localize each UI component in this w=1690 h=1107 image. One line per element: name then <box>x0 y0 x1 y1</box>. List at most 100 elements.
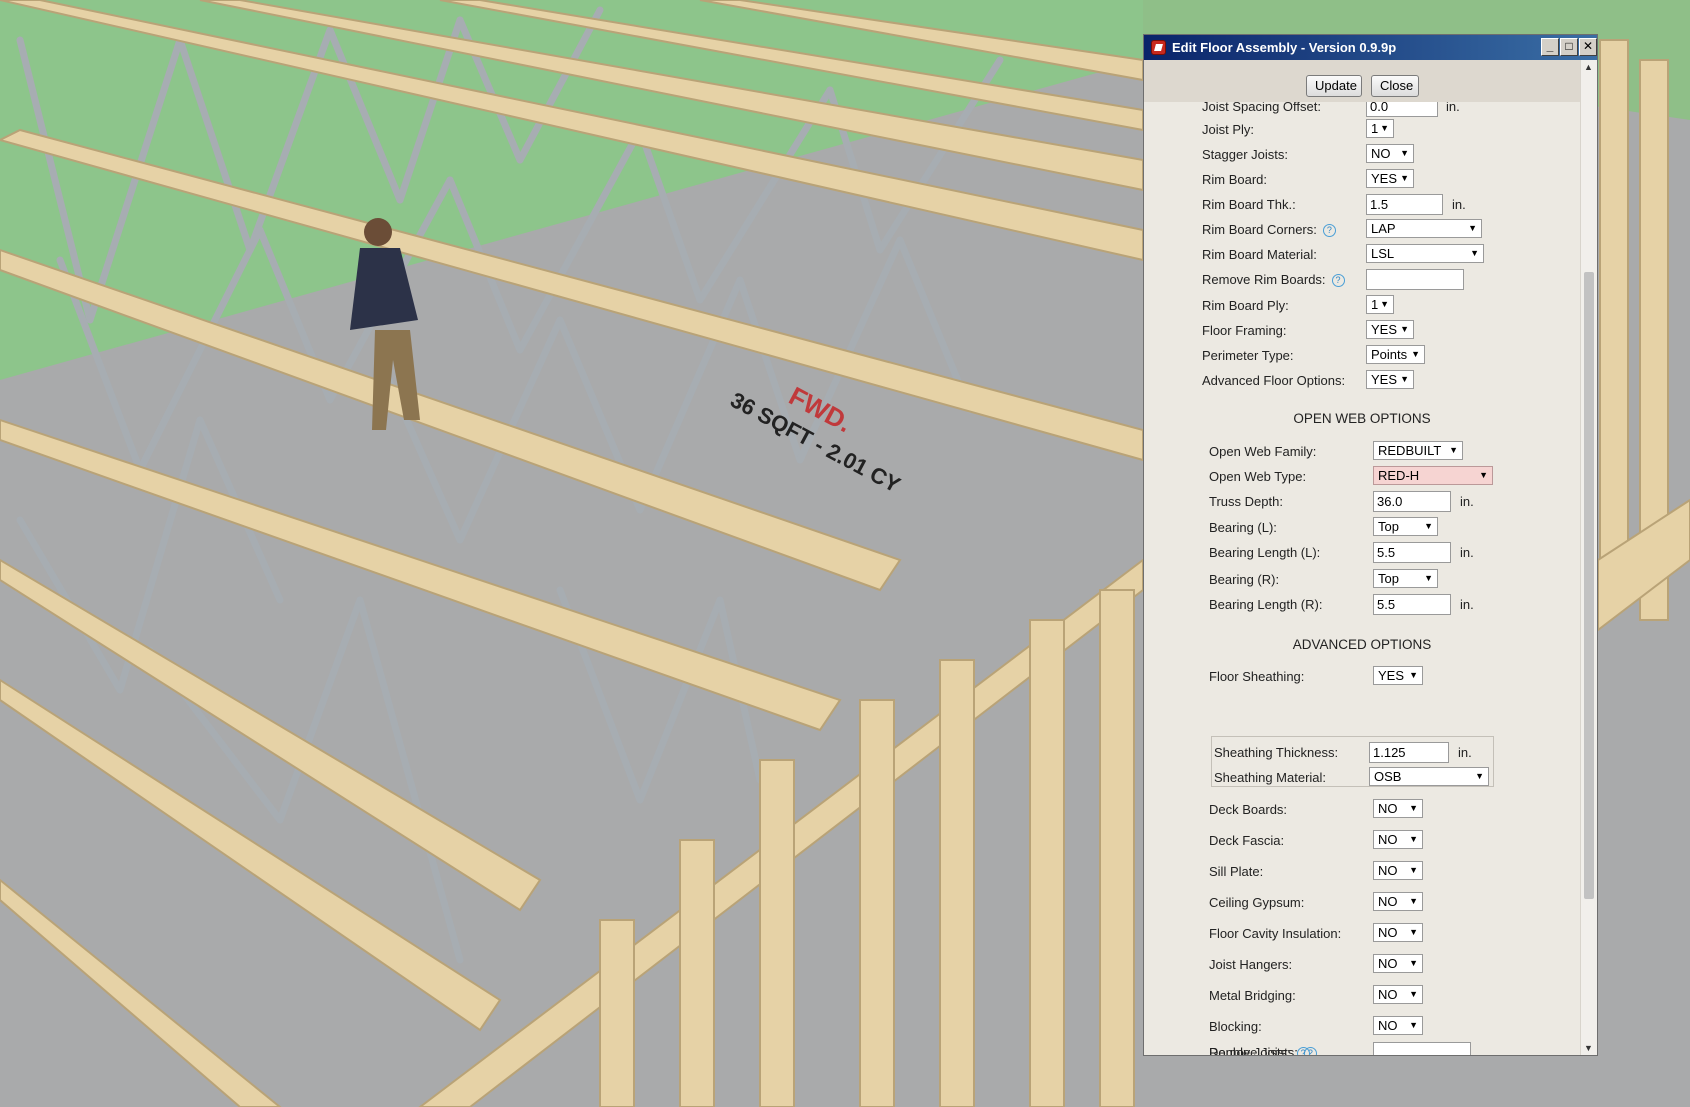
field-label: Metal Bridging: <box>1209 988 1296 1003</box>
scroll-down-icon[interactable]: ▼ <box>1584 1043 1593 1053</box>
deck-fascia-select[interactable]: NO ▼ <box>1373 830 1423 849</box>
dropdown-arrow-icon: ▼ <box>1380 299 1389 309</box>
stagger-joists-select[interactable]: NO ▼ <box>1366 144 1414 163</box>
field-sill-plate: Sill Plate: NO ▼ <box>1209 861 1569 883</box>
select-value: Top <box>1378 519 1399 534</box>
open-web-type-select[interactable]: RED-H ▼ <box>1373 466 1493 485</box>
unit-label: in. <box>1460 597 1474 612</box>
double-joists-input[interactable] <box>1373 1042 1471 1055</box>
select-value: LSL <box>1371 246 1395 261</box>
sheathing-thickness-input[interactable]: 1.125 <box>1369 742 1449 763</box>
deck-boards-select[interactable]: NO ▼ <box>1373 799 1423 818</box>
dropdown-arrow-icon: ▼ <box>1409 1020 1418 1030</box>
field-metal-bridging: Metal Bridging: NO ▼ <box>1209 985 1569 1007</box>
rim-board-material-select[interactable]: LSL ▼ <box>1366 244 1484 263</box>
field-label: Deck Boards: <box>1209 802 1288 817</box>
unit-label: in. <box>1460 494 1474 509</box>
rim-board-corners-select[interactable]: LAP ▼ <box>1366 219 1482 238</box>
open-web-family-select[interactable]: REDBUILT ▼ <box>1373 441 1463 460</box>
scroll-up-icon[interactable]: ▲ <box>1584 62 1593 72</box>
field-label: Deck Fascia: <box>1209 833 1285 848</box>
ceiling-gypsum-select[interactable]: NO ▼ <box>1373 892 1423 911</box>
scrollbar-thumb[interactable] <box>1584 272 1594 899</box>
sill-plate-select[interactable]: NO ▼ <box>1373 861 1423 880</box>
dialog-scrollbar[interactable]: ▲ ▼ <box>1580 60 1597 1055</box>
field-label: Perimeter Type: <box>1202 348 1294 363</box>
rim-board-thk-input[interactable]: 1.5 <box>1366 194 1443 215</box>
joist-ply-select[interactable]: 1 ▼ <box>1366 119 1394 138</box>
dropdown-arrow-icon: ▼ <box>1479 470 1488 480</box>
help-icon[interactable]: ? <box>1331 274 1345 287</box>
field-label: Floor Sheathing: <box>1209 669 1305 684</box>
remove-rim-boards-input[interactable] <box>1366 269 1464 290</box>
field-truss-depth: Truss Depth: 36.0 in. <box>1209 491 1569 513</box>
field-ceiling-gypsum: Ceiling Gypsum: NO ▼ <box>1209 892 1569 914</box>
advanced-floor-options-select[interactable]: YES ▼ <box>1366 370 1414 389</box>
bearing-r-select[interactable]: Top ▼ <box>1373 569 1438 588</box>
bearing-length-l-input[interactable]: 5.5 <box>1373 542 1451 563</box>
select-value: NO <box>1378 832 1398 847</box>
field-label: Bearing (L): <box>1209 520 1277 535</box>
maximize-button[interactable]: □ <box>1560 38 1578 56</box>
edit-floor-assembly-dialog: Edit Floor Assembly - Version 0.9.9p _ □… <box>1143 34 1598 1056</box>
bearing-l-select[interactable]: Top ▼ <box>1373 517 1438 536</box>
field-bearing-l: Bearing (L): Top ▼ <box>1209 517 1569 539</box>
field-label: Rim Board Corners:? <box>1202 222 1336 237</box>
select-value: LAP <box>1371 221 1396 236</box>
dropdown-arrow-icon: ▼ <box>1409 958 1418 968</box>
help-icon[interactable]: ? <box>1322 224 1336 237</box>
floor-cavity-insulation-select[interactable]: NO ▼ <box>1373 923 1423 942</box>
dialog-titlebar[interactable]: Edit Floor Assembly - Version 0.9.9p _ □… <box>1144 35 1597 60</box>
blocking-select[interactable]: NO ▼ <box>1373 1016 1423 1035</box>
select-value: RED-H <box>1378 468 1420 483</box>
field-rim-board-thk: Rim Board Thk.: 1.5 in. <box>1202 194 1562 216</box>
floor-framing-select[interactable]: YES ▼ <box>1366 320 1414 339</box>
rim-board-select[interactable]: YES ▼ <box>1366 169 1414 188</box>
field-perimeter-type: Perimeter Type: Points ▼ <box>1202 345 1562 367</box>
metal-bridging-select[interactable]: NO ▼ <box>1373 985 1423 1004</box>
help-icon[interactable]: ? <box>1296 1047 1310 1055</box>
field-label: Blocking: <box>1209 1019 1262 1034</box>
floor-sheathing-select[interactable]: YES ▼ <box>1373 666 1423 685</box>
dialog-title: Edit Floor Assembly - Version 0.9.9p <box>1172 40 1397 55</box>
select-value: 1 <box>1371 297 1379 312</box>
field-label: Floor Framing: <box>1202 323 1287 338</box>
field-bearing-length-l: Bearing Length (L): 5.5 in. <box>1209 542 1569 564</box>
minimize-button[interactable]: _ <box>1541 38 1559 56</box>
label-text: Double Joists: <box>1209 1045 1291 1056</box>
field-floor-framing: Floor Framing: YES ▼ <box>1202 320 1562 342</box>
field-rim-board-ply: Rim Board Ply: 1 ▼ <box>1202 295 1562 317</box>
select-value: Top <box>1378 571 1399 586</box>
truss-depth-input[interactable]: 36.0 <box>1373 491 1451 512</box>
rim-board-ply-select[interactable]: 1 ▼ <box>1366 295 1394 314</box>
field-label: Double Joists:? <box>1209 1045 1310 1056</box>
field-open-web-family: Open Web Family: REDBUILT ▼ <box>1209 441 1569 463</box>
advanced-options-heading: ADVANCED OPTIONS <box>1292 637 1432 652</box>
joist-hangers-select[interactable]: NO ▼ <box>1373 954 1423 973</box>
field-label: Advanced Floor Options: <box>1202 373 1346 388</box>
field-floor-cavity-insulation: Floor Cavity Insulation: NO ▼ <box>1209 923 1569 945</box>
bearing-length-r-input[interactable]: 5.5 <box>1373 594 1451 615</box>
select-value: NO <box>1378 1018 1398 1033</box>
dropdown-arrow-icon: ▼ <box>1409 834 1418 844</box>
field-label: Truss Depth: <box>1209 494 1283 509</box>
update-button[interactable]: Update <box>1306 75 1362 97</box>
close-button[interactable]: Close <box>1371 75 1419 97</box>
sheathing-material-select[interactable]: OSB ▼ <box>1369 767 1489 786</box>
field-sheathing-thickness: Sheathing Thickness: 1.125 in. <box>1214 742 1564 764</box>
window-close-button[interactable]: ✕ <box>1579 38 1597 56</box>
field-label: Joist Spacing Offset: <box>1202 102 1321 114</box>
field-remove-rim-boards: Remove Rim Boards:? <box>1202 269 1562 291</box>
select-value: NO <box>1378 801 1398 816</box>
select-value: YES <box>1371 322 1398 337</box>
dialog-form: Joist Spacing Offset: 0.0 in. Joist Ply:… <box>1144 102 1580 1055</box>
dropdown-arrow-icon: ▼ <box>1411 349 1420 359</box>
perimeter-type-select[interactable]: Points ▼ <box>1366 345 1425 364</box>
joist-spacing-offset-input[interactable]: 0.0 <box>1366 102 1438 117</box>
select-value: NO <box>1378 956 1398 971</box>
label-text: Remove Rim Boards: <box>1202 272 1326 287</box>
field-label: Stagger Joists: <box>1202 147 1288 162</box>
field-floor-sheathing: Floor Sheathing: YES ▼ <box>1209 666 1569 688</box>
dropdown-arrow-icon: ▼ <box>1468 223 1477 233</box>
select-value: REDBUILT <box>1378 443 1442 458</box>
